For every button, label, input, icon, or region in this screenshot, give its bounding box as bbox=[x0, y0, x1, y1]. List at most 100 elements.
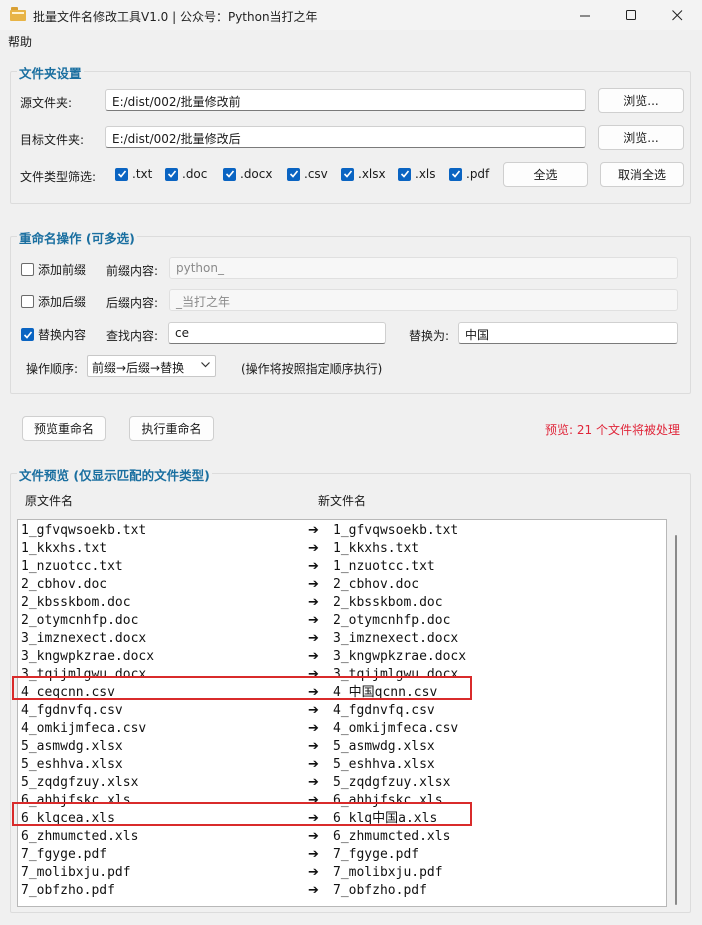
arrow-right-icon: ➔ bbox=[308, 739, 319, 754]
file-row[interactable]: 1_nzuotcc.txt ➔ 1_nzuotcc.txt bbox=[18, 558, 666, 576]
browse-source-button[interactable]: 浏览... bbox=[598, 88, 684, 113]
new-filename: 1_gfvqwsoekb.txt bbox=[333, 523, 459, 538]
new-filename: 6_ahhjfskc.xls bbox=[333, 793, 443, 808]
checkbox-checked-icon bbox=[341, 167, 354, 181]
file-row[interactable]: 3_kngwpkzrae.docx ➔ 3_kngwpkzrae.docx bbox=[18, 648, 666, 666]
new-filename: 5_asmwdg.xlsx bbox=[333, 739, 435, 754]
new-filename: 6_zhmumcted.xls bbox=[333, 829, 451, 844]
new-filename: 3_kngwpkzrae.docx bbox=[333, 649, 467, 664]
type-checkbox-txt[interactable]: .txt bbox=[115, 167, 152, 181]
file-row[interactable]: 3_imznexect.docx ➔ 3_imznexect.docx bbox=[18, 630, 666, 648]
original-filename: 6_ahhjfskc.xls bbox=[21, 793, 131, 808]
file-row[interactable]: 2_cbhov.doc ➔ 2_cbhov.doc bbox=[18, 576, 666, 594]
type-checkbox-pdf[interactable]: .pdf bbox=[449, 167, 489, 181]
maximize-button[interactable] bbox=[608, 0, 654, 30]
type-label-txt: .txt bbox=[132, 167, 153, 181]
file-row[interactable]: 4_omkijmfeca.csv ➔ 4_omkijmfeca.csv bbox=[18, 720, 666, 738]
arrow-right-icon: ➔ bbox=[308, 793, 319, 808]
arrow-right-icon: ➔ bbox=[308, 541, 319, 556]
file-row[interactable]: 7_fgyge.pdf ➔ 7_fgyge.pdf bbox=[18, 846, 666, 864]
prefix-content-label: 前缀内容: bbox=[106, 264, 159, 278]
suffix-content-input[interactable]: _当打之年 bbox=[169, 289, 678, 311]
original-filename: 4_ceqcnn.csv bbox=[21, 685, 115, 700]
replace-with-input[interactable]: 中国 bbox=[458, 322, 678, 344]
new-filename: 5_zqdgfzuy.xlsx bbox=[333, 775, 451, 790]
list-scrollbar[interactable] bbox=[675, 535, 677, 905]
original-filename: 3_imznexect.docx bbox=[21, 631, 147, 646]
checkbox-checked-icon bbox=[449, 167, 462, 181]
replace-checkbox[interactable]: 替换内容 bbox=[21, 326, 86, 343]
new-filename: 3_tqijmlgwu.docx bbox=[333, 667, 459, 682]
file-row[interactable]: 7_obfzho.pdf ➔ 7_obfzho.pdf bbox=[18, 882, 666, 900]
order-select-value: 前缀→后缀→替换 bbox=[92, 361, 185, 375]
column-header-new: 新文件名 bbox=[318, 494, 367, 508]
file-row[interactable]: 5_zqdgfzuy.xlsx ➔ 5_zqdgfzuy.xlsx bbox=[18, 774, 666, 792]
file-row[interactable]: 5_eshhva.xlsx ➔ 5_eshhva.xlsx bbox=[18, 756, 666, 774]
add-suffix-checkbox[interactable]: 添加后缀 bbox=[21, 293, 86, 310]
execute-rename-button[interactable]: 执行重命名 bbox=[129, 416, 214, 441]
add-prefix-checkbox[interactable]: 添加前缀 bbox=[21, 261, 86, 278]
close-button[interactable] bbox=[654, 0, 700, 30]
checkbox-unchecked-icon bbox=[21, 295, 34, 308]
target-folder-label: 目标文件夹: bbox=[20, 133, 85, 147]
target-folder-input[interactable]: E:/dist/002/批量修改后 bbox=[105, 126, 586, 148]
file-row[interactable]: 6_zhmumcted.xls ➔ 6_zhmumcted.xls bbox=[18, 828, 666, 846]
file-row[interactable]: 5_asmwdg.xlsx ➔ 5_asmwdg.xlsx bbox=[18, 738, 666, 756]
new-filename: 4_omkijmfeca.csv bbox=[333, 721, 459, 736]
type-checkbox-xlsx[interactable]: .xlsx bbox=[341, 167, 386, 181]
file-row[interactable]: 2_kbsskbom.doc ➔ 2_kbsskbom.doc bbox=[18, 594, 666, 612]
checkbox-checked-icon bbox=[21, 328, 34, 341]
menu-help[interactable]: 帮助 bbox=[8, 33, 32, 50]
replace-with-label: 替换为: bbox=[409, 329, 450, 343]
new-filename: 6_klq中国a.xls bbox=[333, 811, 438, 826]
select-all-button[interactable]: 全选 bbox=[503, 162, 588, 187]
file-row[interactable]: 6_klqcea.xls ➔ 6_klq中国a.xls bbox=[18, 810, 666, 828]
column-header-original: 原文件名 bbox=[25, 494, 74, 508]
type-label-pdf: .pdf bbox=[466, 167, 490, 181]
order-select[interactable]: 前缀→后缀→替换 bbox=[87, 355, 216, 377]
checkbox-checked-icon bbox=[165, 167, 178, 181]
deselect-all-button[interactable]: 取消全选 bbox=[600, 162, 684, 187]
preview-rename-button[interactable]: 预览重命名 bbox=[22, 416, 106, 441]
title-bar: 批量文件名修改工具V1.0 | 公众号：Python当打之年 bbox=[0, 0, 702, 30]
file-row[interactable]: 2_otymcnhfp.doc ➔ 2_otymcnhfp.doc bbox=[18, 612, 666, 630]
file-row[interactable]: 1_kkxhs.txt ➔ 1_kkxhs.txt bbox=[18, 540, 666, 558]
original-filename: 1_kkxhs.txt bbox=[21, 541, 108, 556]
original-filename: 5_zqdgfzuy.xlsx bbox=[21, 775, 139, 790]
find-content-input[interactable]: ce bbox=[168, 322, 386, 344]
file-row[interactable]: 7_molibxju.pdf ➔ 7_molibxju.pdf bbox=[18, 864, 666, 882]
arrow-right-icon: ➔ bbox=[308, 847, 319, 862]
minimize-button[interactable] bbox=[562, 0, 608, 30]
arrow-right-icon: ➔ bbox=[308, 811, 319, 826]
type-label-xls: .xls bbox=[415, 167, 436, 181]
file-preview-list[interactable]: 1_gfvqwsoekb.txt ➔ 1_gfvqwsoekb.txt 1_kkxhs… bbox=[17, 519, 667, 907]
browse-target-button[interactable]: 浏览... bbox=[598, 125, 684, 150]
file-row[interactable]: 3_tqijmlgwu.docx ➔ 3_tqijmlgwu.docx bbox=[18, 666, 666, 684]
original-filename: 2_otymcnhfp.doc bbox=[21, 613, 139, 628]
file-row[interactable]: 6_ahhjfskc.xls ➔ 6_ahhjfskc.xls bbox=[18, 792, 666, 810]
prefix-content-input[interactable]: python_ bbox=[169, 257, 678, 279]
type-label-csv: .csv bbox=[304, 167, 328, 181]
chevron-down-icon bbox=[201, 362, 210, 368]
source-folder-input[interactable]: E:/dist/002/批量修改前 bbox=[105, 89, 586, 111]
type-checkbox-xls[interactable]: .xls bbox=[398, 167, 436, 181]
new-filename: 1_nzuotcc.txt bbox=[333, 559, 435, 574]
arrow-right-icon: ➔ bbox=[308, 703, 319, 718]
file-row[interactable]: 1_gfvqwsoekb.txt ➔ 1_gfvqwsoekb.txt bbox=[18, 522, 666, 540]
add-suffix-label: 添加后缀 bbox=[38, 295, 87, 309]
arrow-right-icon: ➔ bbox=[308, 595, 319, 610]
original-filename: 2_kbsskbom.doc bbox=[21, 595, 131, 610]
file-row[interactable]: 4_ceqcnn.csv ➔ 4_中国qcnn.csv bbox=[18, 684, 666, 702]
arrow-right-icon: ➔ bbox=[308, 883, 319, 898]
type-checkbox-doc[interactable]: .doc bbox=[165, 167, 207, 181]
arrow-right-icon: ➔ bbox=[308, 829, 319, 844]
file-row[interactable]: 4_fgdnvfq.csv ➔ 4_fgdnvfq.csv bbox=[18, 702, 666, 720]
original-filename: 3_kngwpkzrae.docx bbox=[21, 649, 155, 664]
type-checkbox-csv[interactable]: .csv bbox=[287, 167, 328, 181]
type-checkbox-docx[interactable]: .docx bbox=[223, 167, 272, 181]
new-filename: 3_imznexect.docx bbox=[333, 631, 459, 646]
original-filename: 6_klqcea.xls bbox=[21, 811, 115, 826]
arrow-right-icon: ➔ bbox=[308, 649, 319, 664]
arrow-right-icon: ➔ bbox=[308, 613, 319, 628]
checkbox-checked-icon bbox=[287, 167, 300, 181]
